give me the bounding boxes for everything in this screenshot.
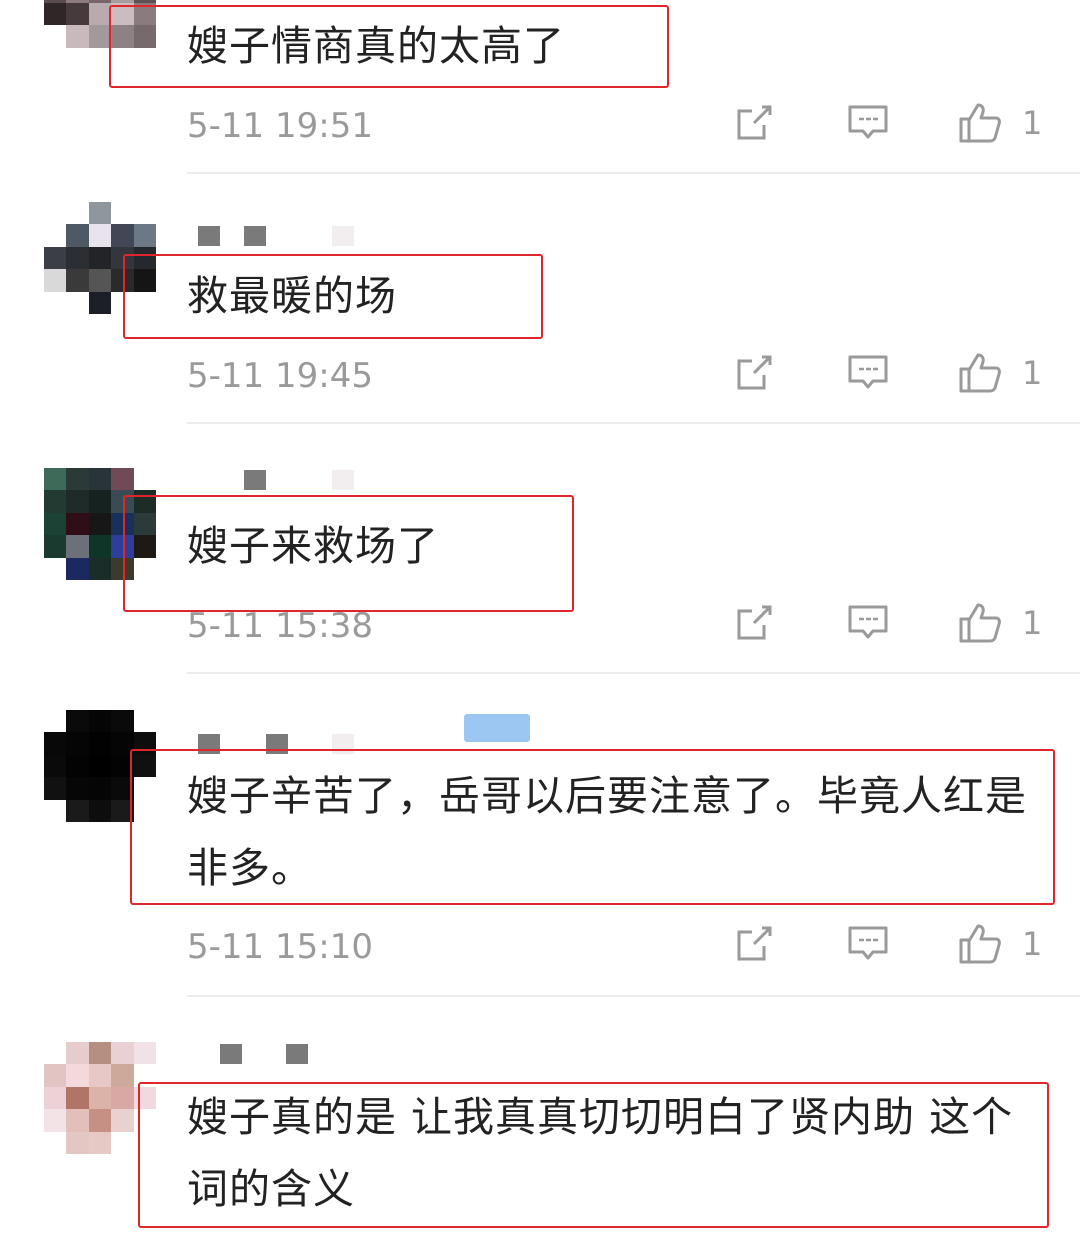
highlight-box bbox=[138, 1082, 1049, 1228]
highlight-box bbox=[109, 5, 669, 88]
thumbs-up-icon[interactable] bbox=[958, 601, 1002, 645]
thumbs-up-icon[interactable] bbox=[958, 922, 1002, 966]
highlight-box bbox=[130, 749, 1055, 905]
comment-actions: 1 bbox=[0, 922, 1080, 972]
comment-actions: 1 bbox=[0, 101, 1080, 151]
comment-icon[interactable] bbox=[846, 922, 890, 966]
divider bbox=[187, 172, 1080, 174]
share-icon[interactable] bbox=[732, 601, 776, 645]
comment-actions: 1 bbox=[0, 351, 1080, 401]
comment-icon[interactable] bbox=[846, 101, 890, 145]
highlight-box bbox=[123, 254, 543, 339]
like-count: 1 bbox=[1022, 354, 1043, 392]
comment-icon[interactable] bbox=[846, 601, 890, 645]
highlight-box bbox=[123, 495, 574, 612]
like-count: 1 bbox=[1022, 104, 1043, 142]
thumbs-up-icon[interactable] bbox=[958, 351, 1002, 395]
share-icon[interactable] bbox=[732, 351, 776, 395]
share-icon[interactable] bbox=[732, 922, 776, 966]
badge-blurred bbox=[464, 714, 530, 742]
divider bbox=[187, 995, 1080, 997]
comment-actions: 1 bbox=[0, 601, 1080, 651]
divider bbox=[187, 422, 1080, 424]
share-icon[interactable] bbox=[732, 101, 776, 145]
like-count: 1 bbox=[1022, 604, 1043, 642]
comment-icon[interactable] bbox=[846, 351, 890, 395]
divider bbox=[187, 672, 1080, 674]
thumbs-up-icon[interactable] bbox=[958, 101, 1002, 145]
like-count: 1 bbox=[1022, 925, 1043, 963]
